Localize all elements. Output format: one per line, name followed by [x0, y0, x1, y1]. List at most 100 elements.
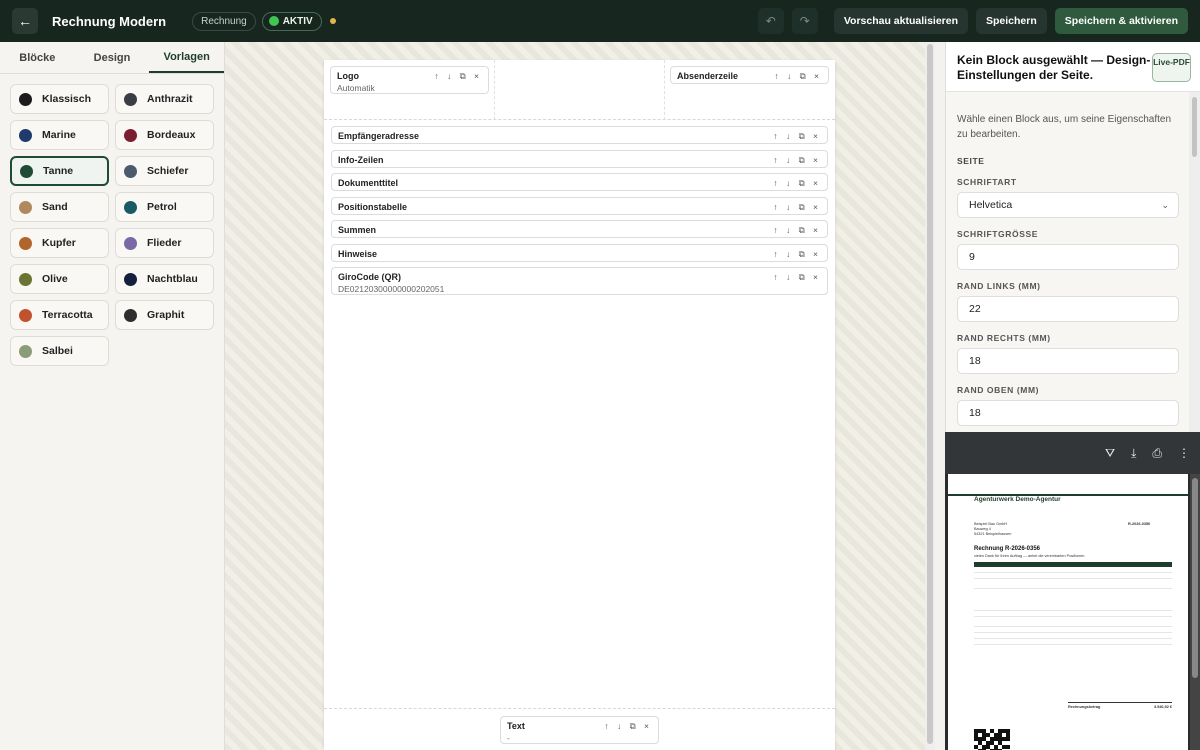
template-terracotta[interactable]: Terracotta	[10, 300, 109, 330]
print-icon[interactable]: ⎙	[1152, 446, 1162, 461]
template-kupfer[interactable]: Kupfer	[10, 228, 109, 258]
pdf-viewer: ⛛ ⤓ ⎙ ⋮ Agenturwerk Demo-Agentur Beispie…	[945, 432, 1200, 750]
color-swatch-icon	[19, 128, 32, 142]
template-label: Olive	[42, 273, 68, 285]
tab-vorlagen[interactable]: Vorlagen	[149, 42, 225, 73]
color-swatch-icon	[124, 200, 137, 214]
block-controls[interactable]: ↑ ↓ ⧉ ×	[773, 272, 821, 283]
redo-icon: ↷	[799, 14, 810, 28]
template-bordeaux[interactable]: Bordeaux	[115, 120, 214, 150]
block-subtitle: Automatik	[337, 83, 375, 93]
section-label-page: SEITE	[957, 156, 985, 166]
color-swatch-icon	[124, 164, 137, 178]
template-label: Nachtblau	[147, 273, 198, 285]
field-input[interactable]: 18	[957, 400, 1179, 426]
template-label: Salbei	[42, 345, 73, 357]
color-swatch-icon	[19, 200, 32, 214]
back-button[interactable]: ←	[12, 8, 38, 34]
template-list: Klassisch Anthrazit Marine Bordeaux Tanne Sch…	[0, 74, 224, 376]
download-icon[interactable]: ⤓	[1131, 446, 1136, 461]
template-graphit[interactable]: Graphit	[115, 300, 214, 330]
more-vert-icon[interactable]: ⋮	[1178, 446, 1190, 460]
editor-canvas: Logo Automatik ↑ ↓ ⧉ × Absenderzeile ↑ ↓ ⧉ ×…	[225, 42, 935, 750]
panel-tabs: Blöcke Design Vorlagen	[0, 42, 225, 74]
page-title: Rechnung Modern	[52, 13, 167, 29]
field-value: Helvetica	[969, 199, 1013, 211]
template-label: Flieder	[147, 237, 182, 249]
block-title: Positionstabelle	[338, 201, 408, 212]
template-petrol[interactable]: Petrol	[115, 192, 214, 222]
save-button[interactable]: Speichern	[976, 8, 1047, 34]
color-swatch-icon	[19, 344, 32, 358]
save-activate-button[interactable]: Speichern & aktivieren	[1054, 8, 1188, 34]
color-swatch-icon	[124, 236, 137, 250]
color-swatch-icon	[124, 92, 137, 106]
block-summen[interactable]: Summen ↑ ↓ ⧉ ×	[331, 220, 828, 238]
pdf-doc-title: Rechnung R-2026-0356	[974, 546, 1041, 552]
template-label: Tanne	[43, 165, 74, 177]
status-badge: AKTIV	[261, 11, 322, 31]
template-olive[interactable]: Olive	[10, 264, 109, 294]
status-dot-icon	[268, 16, 279, 26]
block-controls[interactable]: ↑ ↓ ⧉ ×	[773, 178, 821, 189]
tab-design[interactable]: Design	[75, 42, 150, 73]
template-salbei[interactable]: Salbei	[10, 336, 109, 366]
template-sand[interactable]: Sand	[10, 192, 109, 222]
block-controls[interactable]: ↑ ↓ ⧉ ×	[773, 225, 821, 236]
block-controls[interactable]: ↑ ↓ ⧉ ×	[434, 71, 482, 82]
drive-add-icon[interactable]: ⛛	[1105, 446, 1115, 461]
template-schiefer[interactable]: Schiefer	[115, 156, 214, 186]
field-value: 18	[969, 407, 981, 419]
block-empfängeradresse[interactable]: Empfängeradresse ↑ ↓ ⧉ ×	[331, 126, 828, 144]
template-label: Klassisch	[42, 93, 92, 105]
block-controls[interactable]: ↑ ↓ ⧉ ×	[773, 155, 821, 166]
block-absenderzeile[interactable]: Absenderzeile ↑ ↓ ⧉ ×	[670, 66, 829, 84]
template-tanne[interactable]: Tanne	[10, 156, 109, 186]
font-select[interactable]: Helvetica ⌄	[957, 192, 1179, 218]
properties-scrollbar[interactable]	[1189, 92, 1200, 432]
pdf-scrollbar[interactable]	[1190, 474, 1200, 750]
block-controls[interactable]: ↑ ↓ ⧉ ×	[774, 71, 822, 82]
block-dokumenttitel[interactable]: Dokumenttitel ↑ ↓ ⧉ ×	[331, 173, 828, 191]
block-controls[interactable]: ↑ ↓ ⧉ ×	[773, 202, 821, 213]
field-value: 22	[969, 303, 981, 315]
field-label: RAND LINKS (MM)	[957, 281, 1041, 291]
canvas-scrollbar[interactable]	[925, 42, 935, 750]
color-swatch-icon	[124, 128, 137, 142]
field-input[interactable]: 22	[957, 296, 1179, 322]
undo-button[interactable]: ↶	[757, 8, 784, 34]
block-positionstabelle[interactable]: Positionstabelle ↑ ↓ ⧉ ×	[331, 196, 828, 215]
template-flieder[interactable]: Flieder	[115, 228, 214, 258]
block-info-zeilen[interactable]: Info-Zeilen ↑ ↓ ⧉ ×	[331, 149, 828, 168]
block-hinweise[interactable]: Hinweise ↑ ↓ ⧉ ×	[331, 243, 828, 262]
field-value: 18	[969, 355, 981, 367]
refresh-preview-button[interactable]: Vorschau aktualisieren	[833, 8, 968, 34]
pdf-position-table	[974, 562, 1172, 645]
pdf-recipient-block: Beispiel Bau GmbH Bauweg 4 54321 Beispie…	[974, 522, 1011, 537]
pdf-info-block: R-2026-0356	[1128, 522, 1150, 527]
status-label: AKTIV	[282, 15, 313, 27]
template-marine[interactable]: Marine	[10, 120, 109, 150]
field-input[interactable]: 18	[957, 348, 1179, 374]
redo-button[interactable]: ↷	[791, 8, 818, 34]
template-label: Kupfer	[42, 237, 76, 249]
block-controls[interactable]: ↑ ↓ ⧉ ×	[773, 249, 821, 260]
properties-hint: Wähle einen Block aus, um seine Eigensch…	[957, 114, 1172, 140]
field-label: RAND RECHTS (MM)	[957, 333, 1051, 343]
template-label: Schiefer	[147, 165, 189, 177]
template-anthrazit[interactable]: Anthrazit	[115, 84, 214, 114]
template-label: Petrol	[147, 201, 177, 213]
block-controls[interactable]: ↑ ↓ ⧉ ×	[773, 131, 821, 142]
template-klassisch[interactable]: Klassisch	[10, 84, 109, 114]
block-logo[interactable]: Logo Automatik ↑ ↓ ⧉ ×	[330, 66, 489, 94]
left-panel: Blöcke Design Vorlagen Klassisch Anthrazi…	[0, 42, 225, 750]
color-swatch-icon	[19, 308, 32, 322]
pdf-total-label: Rechnungsbetrag	[1068, 705, 1101, 709]
template-label: Graphit	[147, 309, 185, 321]
template-nachtblau[interactable]: Nachtblau	[115, 264, 214, 294]
field-input[interactable]: 9	[957, 244, 1179, 270]
block-girocode-qr-[interactable]: GiroCode (QR) DE02120300000000202051 ↑ ↓ ⧉…	[331, 267, 828, 295]
live-pdf-button[interactable]: Live-PDF	[1152, 53, 1191, 82]
tab-bloecke[interactable]: Blöcke	[0, 42, 75, 73]
chevron-down-icon: ⌄	[1161, 200, 1169, 210]
